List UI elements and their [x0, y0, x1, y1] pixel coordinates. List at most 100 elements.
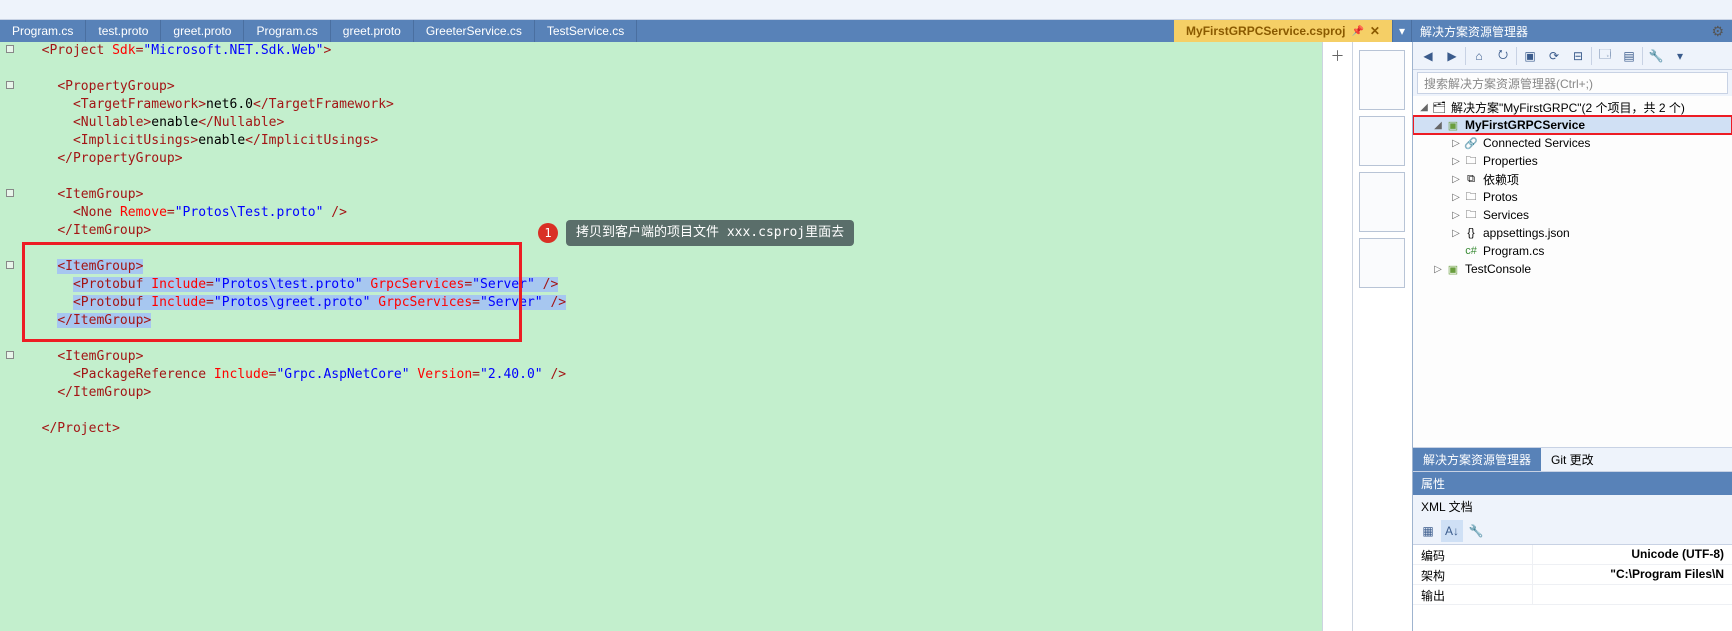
- tree-label: TestConsole: [1465, 262, 1531, 276]
- document-tab-bar: Program.cs test.proto greet.proto Progra…: [0, 20, 1732, 42]
- code-token: <ItemGroup>: [57, 349, 143, 364]
- tab-program-cs-1[interactable]: Program.cs: [0, 20, 86, 42]
- tab-greet-proto-1[interactable]: greet.proto: [161, 20, 244, 42]
- tab-program-cs-2[interactable]: Program.cs: [244, 20, 330, 42]
- tree-node-appsettings[interactable]: ▷{}appsettings.json: [1413, 224, 1732, 242]
- nav-fwd-button[interactable]: ▶: [1441, 45, 1463, 67]
- filter-icon[interactable]: ▾: [1669, 45, 1691, 67]
- code-token: >: [323, 43, 331, 58]
- show-all-icon[interactable]: ▣: [1519, 45, 1541, 67]
- tab-greet-proto-2[interactable]: greet.proto: [331, 20, 414, 42]
- wrench-icon[interactable]: 🔧: [1465, 520, 1487, 542]
- expander-icon[interactable]: ▷: [1431, 264, 1445, 275]
- expander-icon[interactable]: ▷: [1449, 138, 1463, 149]
- panel-title-text: 属性: [1421, 475, 1445, 492]
- project-node-testconsole[interactable]: ▷▣ TestConsole: [1413, 260, 1732, 278]
- close-icon[interactable]: ✕: [1370, 24, 1380, 38]
- properties-grid[interactable]: 编码Unicode (UTF-8) 架构"C:\Program Files\N …: [1413, 545, 1732, 631]
- fold-toggle[interactable]: [6, 81, 14, 89]
- code-token: <PackageReference: [73, 367, 214, 382]
- tab-active-csproj[interactable]: MyFirstGRPCService.csproj 📌 ✕: [1174, 20, 1393, 42]
- pin-icon[interactable]: 📌: [1351, 26, 1363, 37]
- code-text-area[interactable]: <Project Sdk="Microsoft.NET.Sdk.Web"> <P…: [22, 42, 1322, 631]
- code-token: />: [323, 205, 346, 220]
- search-placeholder: 搜索解决方案资源管理器(Ctrl+;): [1424, 75, 1593, 92]
- prop-row-encoding[interactable]: 编码Unicode (UTF-8): [1413, 545, 1732, 565]
- panel-tab-solution-explorer[interactable]: 解决方案资源管理器: [1413, 448, 1541, 471]
- fold-toggle[interactable]: [6, 351, 14, 359]
- wrench-icon[interactable]: 🔧: [1645, 45, 1667, 67]
- project-node-myfirstgrpcservice[interactable]: ◢ ▣ MyFirstGRPCService: [1413, 116, 1732, 134]
- expander-icon[interactable]: ▷: [1449, 210, 1463, 221]
- solution-search-input[interactable]: 搜索解决方案资源管理器(Ctrl+;): [1417, 72, 1728, 94]
- csproj-icon: ▣: [1445, 117, 1461, 133]
- prop-row-output[interactable]: 输出: [1413, 585, 1732, 605]
- code-token: />: [535, 277, 558, 292]
- code-token: "Protos\greet.proto": [214, 295, 371, 310]
- csproj-icon: ▣: [1445, 261, 1461, 277]
- gear-icon[interactable]: ⚙: [1711, 23, 1724, 40]
- solution-node[interactable]: ◢ 🗂 解决方案"MyFirstGRPC"(2 个项目，共 2 个): [1413, 98, 1732, 116]
- collapse-icon[interactable]: ⊟: [1567, 45, 1589, 67]
- tree-node-properties[interactable]: ▷🗀Properties: [1413, 152, 1732, 170]
- fold-toggle[interactable]: [6, 261, 14, 269]
- code-token: <ItemGroup>: [57, 259, 143, 274]
- expander-icon[interactable]: ▷: [1449, 192, 1463, 203]
- mini-block: [1359, 116, 1405, 166]
- code-token: </PropertyGroup>: [57, 151, 182, 166]
- tab-label: 解决方案资源管理器: [1423, 453, 1531, 467]
- tab-test-proto[interactable]: test.proto: [86, 20, 161, 42]
- solution-panel-tabs: 解决方案资源管理器 Git 更改: [1413, 447, 1732, 471]
- annotation-text: 拷贝到客户端的项目文件 xxx.csproj里面去: [566, 220, 854, 246]
- tab-overflow-button[interactable]: ▾: [1393, 20, 1412, 42]
- refresh-icon[interactable]: ⟳: [1543, 45, 1565, 67]
- code-token: "2.40.0": [480, 367, 543, 382]
- tree-node-services[interactable]: ▷🗀Services: [1413, 206, 1732, 224]
- code-token: Remove: [120, 205, 167, 220]
- code-token: <ImplicitUsings>: [73, 133, 198, 148]
- tab-label: Program.cs: [256, 24, 317, 38]
- code-token: />: [543, 295, 566, 310]
- tree-label: Properties: [1483, 154, 1538, 168]
- tab-greeter-service[interactable]: GreeterService.cs: [414, 20, 535, 42]
- code-token: <Protobuf: [73, 277, 151, 292]
- badge-text: 1: [544, 224, 551, 242]
- properties-icon[interactable]: 🗔: [1594, 45, 1616, 67]
- expander-icon[interactable]: ◢: [1417, 102, 1431, 113]
- expander-icon[interactable]: ▷: [1449, 174, 1463, 185]
- solution-icon: 🗂: [1431, 99, 1447, 115]
- json-icon: {}: [1463, 225, 1479, 241]
- code-editor[interactable]: <Project Sdk="Microsoft.NET.Sdk.Web"> <P…: [0, 42, 1412, 631]
- plus-icon[interactable]: ＋: [1331, 46, 1345, 631]
- code-token: "Grpc.AspNetCore": [276, 367, 409, 382]
- solution-tree[interactable]: ◢ 🗂 解决方案"MyFirstGRPC"(2 个项目，共 2 个) ◢ ▣ M…: [1413, 96, 1732, 447]
- categorize-icon[interactable]: ▦: [1417, 520, 1439, 542]
- tree-node-dependencies[interactable]: ▷⧉依赖项: [1413, 170, 1732, 188]
- prop-row-arch[interactable]: 架构"C:\Program Files\N: [1413, 565, 1732, 585]
- panel-tab-git-changes[interactable]: Git 更改: [1541, 448, 1604, 471]
- tree-node-protos[interactable]: ▷🗀Protos: [1413, 188, 1732, 206]
- mini-scroll-preview[interactable]: [1352, 42, 1412, 631]
- expander-icon[interactable]: ▷: [1449, 228, 1463, 239]
- expander-icon[interactable]: ▷: [1449, 156, 1463, 167]
- alpha-sort-icon[interactable]: A↓: [1441, 520, 1463, 542]
- tab-test-service[interactable]: TestService.cs: [535, 20, 637, 42]
- tree-label: Protos: [1483, 190, 1518, 204]
- code-token: "Server": [480, 295, 543, 310]
- fold-toggle[interactable]: [6, 45, 14, 53]
- expander-icon[interactable]: ◢: [1431, 120, 1445, 131]
- code-token: <PropertyGroup>: [57, 79, 174, 94]
- code-token: GrpcServices: [378, 295, 472, 310]
- prop-value: "C:\Program Files\N: [1533, 565, 1732, 584]
- tree-node-program-cs[interactable]: c#Program.cs: [1413, 242, 1732, 260]
- fold-toggle[interactable]: [6, 189, 14, 197]
- sync-icon[interactable]: ⭮: [1492, 45, 1514, 67]
- view-icon[interactable]: ▤: [1618, 45, 1640, 67]
- code-token: />: [543, 367, 566, 382]
- annotation-callout: 1 拷贝到客户端的项目文件 xxx.csproj里面去: [538, 220, 854, 246]
- code-token: "Server": [472, 277, 535, 292]
- tree-node-connected-services[interactable]: ▷🔗Connected Services: [1413, 134, 1732, 152]
- home-icon[interactable]: ⌂: [1468, 45, 1490, 67]
- code-token: Include: [151, 277, 206, 292]
- nav-back-button[interactable]: ◀: [1417, 45, 1439, 67]
